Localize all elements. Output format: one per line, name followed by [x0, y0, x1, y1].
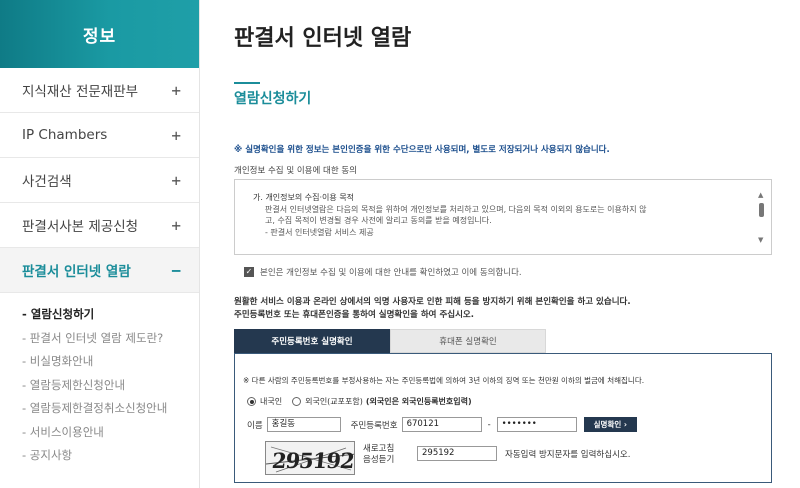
verification-form: ※ 다른 사람의 주민등록번호를 부정사용하는 자는 주민등록법에 의하여 3년… — [234, 353, 772, 483]
sidebar-title: 정보 — [0, 0, 199, 68]
plus-icon: + — [171, 80, 181, 100]
captcha-actions: 새로고침 음성듣기 — [363, 444, 394, 466]
consent-line: 고, 수집 목적이 변경될 경우 사전에 알리고 동의를 받을 예정입니다. — [265, 216, 492, 225]
captcha-text: 295192 — [270, 448, 355, 473]
submenu-item-anonymization[interactable]: - 비실명화안내 — [22, 350, 199, 374]
submenu-item-notice[interactable]: - 공지사항 — [22, 444, 199, 468]
scroll-up-icon[interactable]: ▲ — [758, 192, 763, 199]
name-input[interactable]: 홍길동 — [266, 417, 341, 432]
agree-row: ✓ 본인은 개인정보 수집 및 이용에 대한 안내를 확인하였고 이에 동의합니… — [244, 266, 522, 278]
rrn-warning: ※ 다른 사람의 주민등록번호를 부정사용하는 자는 주민등록법에 의하여 3년… — [243, 376, 645, 385]
consent-line: 가. 개인정보의 수집·이용 목적 — [253, 193, 355, 202]
scroll-down-icon[interactable]: ▼ — [758, 237, 763, 244]
radio-foreign[interactable] — [292, 397, 302, 406]
submenu: - 열람신청하기 - 판결서 인터넷 열람 제도란? - 비실명화안내 - 열람… — [0, 293, 199, 468]
scrollbar[interactable]: ▲ ▼ — [758, 192, 765, 244]
captcha-refresh-link[interactable]: 새로고침 — [363, 444, 394, 455]
identity-row: 이름 홍길동 주민등록번호 670121 - ••••••• 실명확인 › — [247, 417, 637, 432]
scroll-thumb[interactable] — [759, 203, 764, 217]
consent-title: 개인정보 수집 및 이용에 대한 동의 — [234, 166, 357, 176]
page-title: 판결서 인터넷 열람 — [234, 26, 412, 51]
rrn-label: 주민등록번호 — [350, 420, 398, 431]
plus-icon: + — [171, 215, 181, 235]
sidebar: 정보 지식재산 전문재판부 + IP Chambers + 사건검색 + 판결서… — [0, 0, 200, 488]
tab-rrn-verification[interactable]: 주민등록번호 실명확인 — [234, 329, 390, 353]
description-line: 원활한 서비스 이용과 온라인 상에서의 익명 사용자로 인한 피해 등을 방지… — [234, 297, 631, 307]
radio-foreign-note: (외국인은 외국인등록번호입력) — [365, 397, 472, 406]
section-title: 열람신청하기 — [234, 91, 312, 107]
section-divider — [234, 82, 260, 84]
verification-description: 원활한 서비스 이용과 온라인 상에서의 익명 사용자로 인한 피해 등을 방지… — [234, 296, 631, 321]
minus-icon: − — [171, 260, 181, 280]
description-line: 주민등록번호 또는 휴대폰인증을 통하여 실명확인을 하여 주십시오. — [234, 309, 474, 320]
verify-button[interactable]: 실명확인 › — [583, 417, 637, 432]
submenu-item-restriction-request[interactable]: - 열람등제한신청안내 — [22, 374, 199, 398]
tab-phone-verification[interactable]: 휴대폰 실명확인 — [390, 329, 546, 353]
radio-foreign-label: 외국인(교포포함) — [305, 397, 363, 406]
captcha-audio-link[interactable]: 음성듣기 — [363, 455, 394, 466]
consent-line: - 판결서 인터넷열람 서비스 제공 — [265, 227, 374, 237]
agree-checkbox[interactable]: ✓ — [244, 267, 254, 277]
verification-tabs: 주민등록번호 실명확인 휴대폰 실명확인 — [234, 329, 546, 353]
name-label: 이름 — [247, 420, 263, 431]
privacy-notice: ※ 실명확인을 위한 정보는 본인인증을 위한 수단으로만 사용되며, 별도로 … — [234, 145, 610, 155]
rrn-front-input[interactable]: 670121 — [401, 417, 482, 432]
nationality-radios: 내국인 외국인(교포포함) (외국인은 외국인등록번호입력) — [247, 396, 482, 407]
rrn-back-input[interactable]: ••••••• — [496, 417, 577, 432]
sidebar-item-judgment-view[interactable]: 판결서 인터넷 열람 − — [0, 248, 199, 293]
plus-icon: + — [171, 125, 181, 145]
captcha-image: 295192 — [265, 441, 355, 475]
submenu-item-restriction-cancel[interactable]: - 열람등제한결정취소신청안내 — [22, 397, 199, 421]
sidebar-item-case-search[interactable]: 사건검색 + — [0, 158, 199, 203]
submenu-item-service-guide[interactable]: - 서비스이용안내 — [22, 421, 199, 445]
radio-domestic-label: 내국인 — [260, 397, 283, 406]
submenu-item-about[interactable]: - 판결서 인터넷 열람 제도란? — [22, 327, 199, 351]
captcha-hint: 자동입력 방지문자를 입력하십시오. — [505, 450, 631, 460]
agree-label: 본인은 개인정보 수집 및 이용에 대한 안내를 확인하였고 이에 동의합니다. — [260, 268, 522, 278]
captcha-input[interactable]: 295192 — [417, 446, 497, 461]
rrn-dash: - — [487, 419, 491, 430]
plus-icon: + — [171, 170, 181, 190]
sidebar-item-label: 지식재산 전문재판부 — [22, 84, 139, 100]
sidebar-item-label: IP Chambers — [22, 127, 108, 143]
sidebar-item-ip-chambers[interactable]: IP Chambers + — [0, 113, 199, 158]
sidebar-item-label: 판결서사본 제공신청 — [22, 219, 139, 235]
submenu-item-apply[interactable]: - 열람신청하기 — [22, 303, 199, 327]
main-content: 판결서 인터넷 열람 열람신청하기 ※ 실명확인을 위한 정보는 본인인증을 위… — [234, 0, 800, 488]
consent-textbox[interactable]: 가. 개인정보의 수집·이용 목적 판결서 인터넷열람은 다음의 목적을 위하여… — [234, 179, 772, 255]
consent-text: 가. 개인정보의 수집·이용 목적 판결서 인터넷열람은 다음의 목적을 위하여… — [253, 192, 647, 238]
radio-domestic[interactable] — [247, 397, 256, 406]
consent-line: 판결서 인터넷열람은 다음의 목적을 위하여 개인정보를 처리하고 있으며, 다… — [265, 204, 647, 214]
sidebar-item-copy-request[interactable]: 판결서사본 제공신청 + — [0, 203, 199, 248]
sidebar-item-ip-court[interactable]: 지식재산 전문재판부 + — [0, 68, 199, 113]
sidebar-item-label: 사건검색 — [22, 174, 72, 190]
sidebar-item-label: 판결서 인터넷 열람 — [22, 264, 131, 280]
